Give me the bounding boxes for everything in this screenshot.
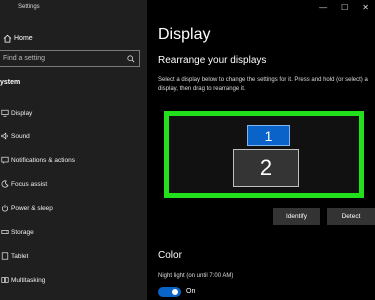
sidebar-item-tablet[interactable]: Tablet	[0, 246, 147, 266]
display-arrangement-area[interactable]: 1 2	[164, 111, 364, 198]
night-light-label: Night light (on until 7:00 AM)	[158, 273, 234, 279]
sidebar-item-label: Notifications & actions	[11, 156, 75, 164]
window-title: Settings	[18, 4, 40, 10]
minimize-button[interactable]: —	[319, 3, 327, 13]
sidebar-item-focus-assist[interactable]: Focus assist	[0, 174, 147, 194]
sidebar-item-label: Storage	[11, 228, 34, 236]
sidebar-item-notifications[interactable]: Notifications & actions	[0, 150, 147, 170]
night-light-state: On	[186, 288, 196, 295]
page-title: Display	[158, 26, 211, 43]
home-icon	[3, 34, 12, 43]
moon-icon	[1, 180, 9, 188]
identify-button[interactable]: Identify	[273, 208, 320, 225]
section-title-rearrange: Rearrange your displays	[158, 55, 267, 66]
toggle-knob	[172, 289, 178, 295]
sidebar-item-label: Focus assist	[11, 180, 48, 188]
night-light-toggle[interactable]	[158, 287, 181, 297]
section-title-color: Color	[158, 250, 182, 261]
sidebar-item-storage[interactable]: Storage	[0, 222, 147, 242]
monitor-icon	[1, 109, 9, 117]
notification-icon	[1, 156, 9, 164]
sidebar-item-label: Power & sleep	[11, 204, 53, 212]
close-button[interactable]: ✕	[362, 3, 369, 13]
sidebar-home[interactable]: Home	[0, 31, 147, 45]
storage-icon	[1, 230, 9, 234]
sidebar-item-label: Sound	[11, 132, 30, 140]
display-2-tile[interactable]: 2	[233, 149, 299, 187]
sidebar-item-label: Tablet	[11, 252, 29, 260]
display-1-tile[interactable]: 1	[247, 125, 290, 146]
speaker-icon	[1, 132, 8, 140]
section-heading-system: ystem	[0, 79, 21, 86]
search-icon[interactable]	[127, 55, 135, 63]
sidebar-item-sound[interactable]: Sound	[0, 126, 147, 146]
sidebar-item-label: Display	[11, 109, 33, 117]
detect-button[interactable]: Detect	[327, 208, 375, 225]
home-label: Home	[14, 34, 33, 42]
sidebar: Settings Home Find a setting ystem Displ…	[0, 0, 147, 300]
maximize-button[interactable]: ☐	[341, 3, 348, 13]
search-input[interactable]: Find a setting	[0, 50, 140, 67]
main-content: — ☐ ✕ Display Rearrange your displays Se…	[147, 0, 375, 300]
search-placeholder: Find a setting	[3, 55, 46, 62]
window-controls: — ☐ ✕	[319, 3, 369, 13]
sidebar-item-power-sleep[interactable]: Power & sleep	[0, 198, 147, 218]
power-icon	[1, 204, 9, 212]
sidebar-item-label: Multitasking	[11, 276, 46, 284]
tablet-icon	[1, 252, 9, 260]
rearrange-description: Select a display below to change the set…	[158, 77, 368, 92]
multitasking-icon	[1, 277, 9, 283]
sidebar-item-display[interactable]: Display	[0, 103, 147, 123]
sidebar-item-multitasking[interactable]: Multitasking	[0, 270, 147, 290]
